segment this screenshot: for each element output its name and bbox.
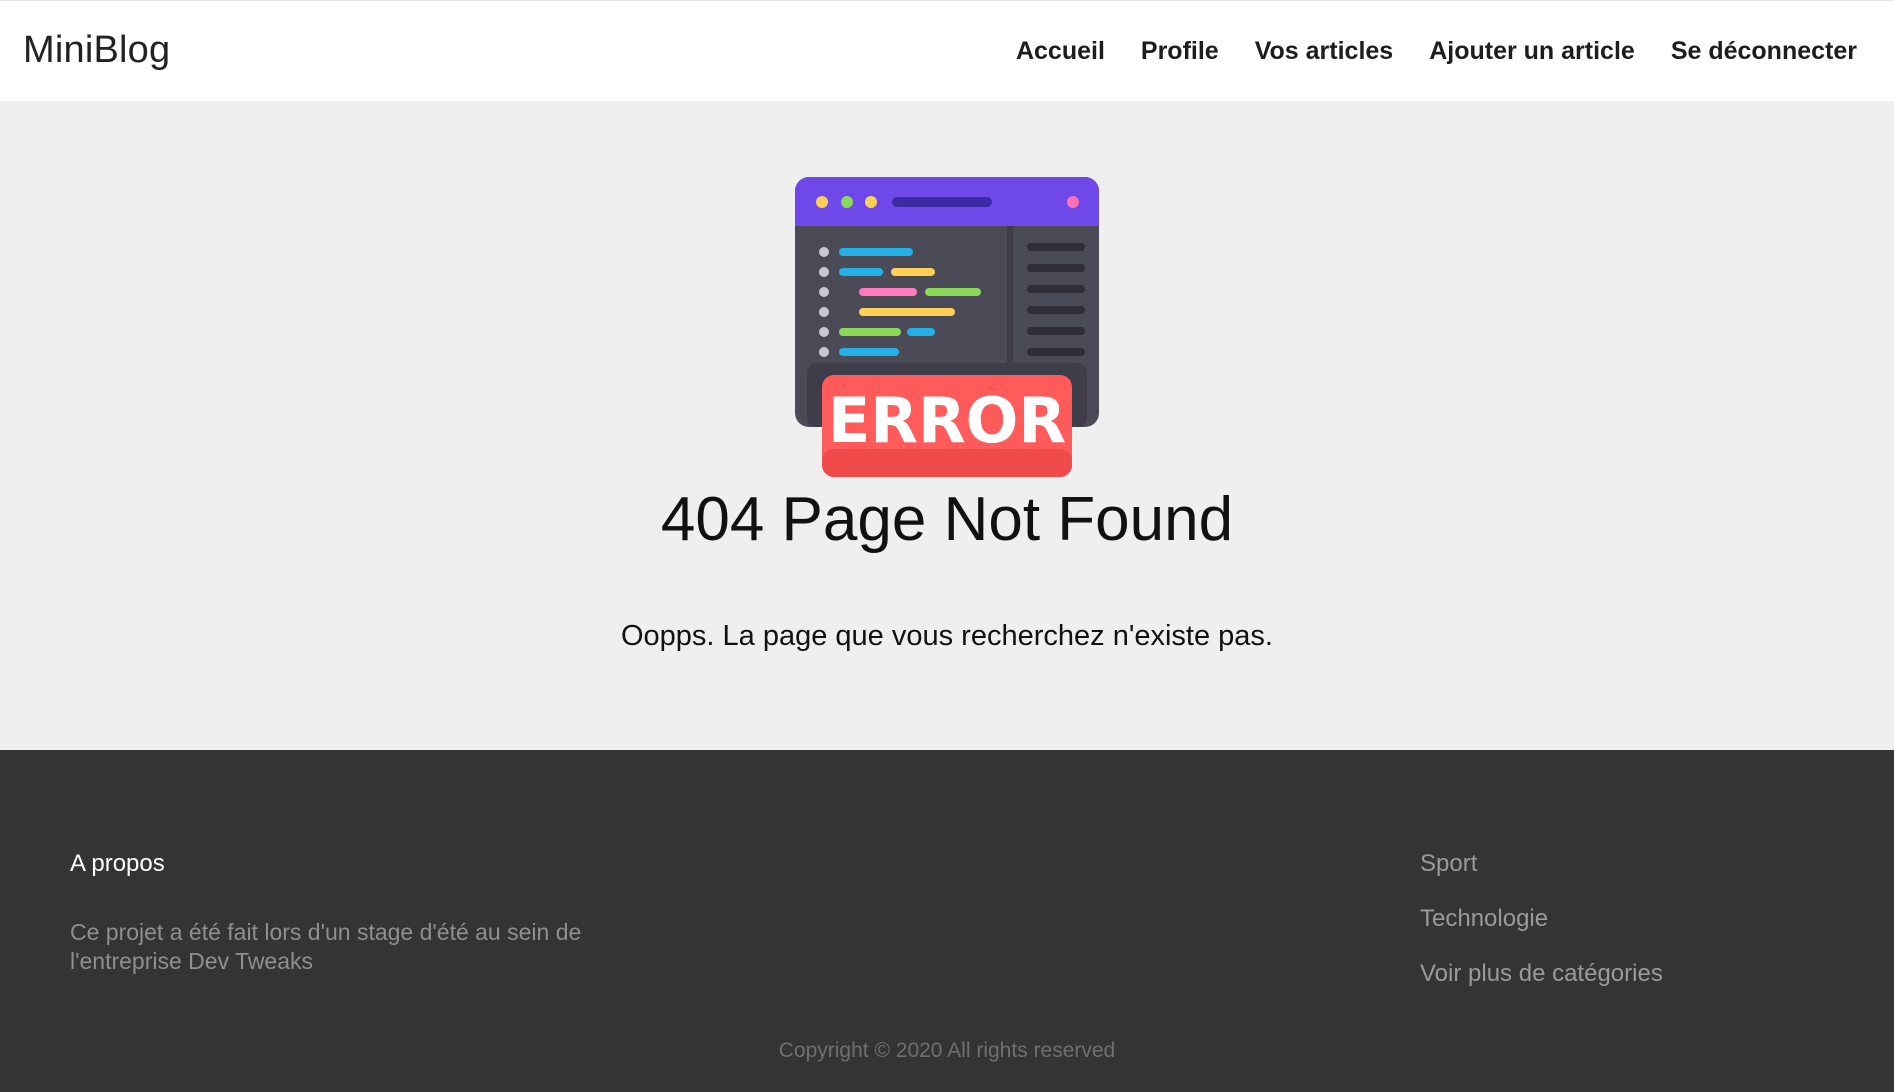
nav-link-vos-articles[interactable]: Vos articles xyxy=(1255,37,1394,66)
site-footer: A propos Ce projet a été fait lors d'un … xyxy=(0,750,1894,1092)
about-heading: A propos xyxy=(70,850,165,877)
brand-logo-link[interactable]: MiniBlog xyxy=(23,29,170,72)
main-content: ERROR 404 Page Not Found Oopps. La page … xyxy=(0,101,1894,750)
nav-link-ajouter-article[interactable]: Ajouter un article xyxy=(1429,37,1635,66)
nav-link-profile[interactable]: Profile xyxy=(1141,37,1219,66)
window-dot-yellow xyxy=(816,196,828,208)
nav-link-accueil[interactable]: Accueil xyxy=(1016,37,1105,66)
about-text: Ce projet a été fait lors d'un stage d'é… xyxy=(70,919,582,974)
footer-link-item: Technologie xyxy=(1420,905,1663,960)
footer-category-links: Sport Technologie Voir plus de catégorie… xyxy=(1420,850,1663,1015)
footer-link-more-categories[interactable]: Voir plus de catégories xyxy=(1420,960,1663,987)
window-dot-pink xyxy=(1067,196,1079,208)
copyright-text: Copyright © 2020 All rights reserved xyxy=(778,1039,1116,1062)
address-bar xyxy=(892,197,992,207)
error-badge-text: ERROR xyxy=(828,384,1066,457)
top-navbar: MiniBlog Accueil Profile Vos articles Aj… xyxy=(0,0,1894,101)
footer-link-sport[interactable]: Sport xyxy=(1420,850,1477,877)
main-nav: Accueil Profile Vos articles Ajouter un … xyxy=(1016,37,1857,66)
page-title: 404 Page Not Found xyxy=(660,485,1234,554)
panel-divider xyxy=(1007,226,1013,366)
window-dot-green xyxy=(841,196,853,208)
window-dot-yellow-2 xyxy=(865,196,877,208)
footer-link-item: Sport xyxy=(1420,850,1663,905)
footer-link-technologie[interactable]: Technologie xyxy=(1420,905,1548,932)
nav-link-se-deconnecter[interactable]: Se déconnecter xyxy=(1671,37,1857,66)
error-message: Oopps. La page que vous recherchez n'exi… xyxy=(620,620,1273,652)
browser-error-illustration: ERROR xyxy=(795,177,1099,477)
footer-link-item: Voir plus de catégories xyxy=(1420,960,1663,1015)
